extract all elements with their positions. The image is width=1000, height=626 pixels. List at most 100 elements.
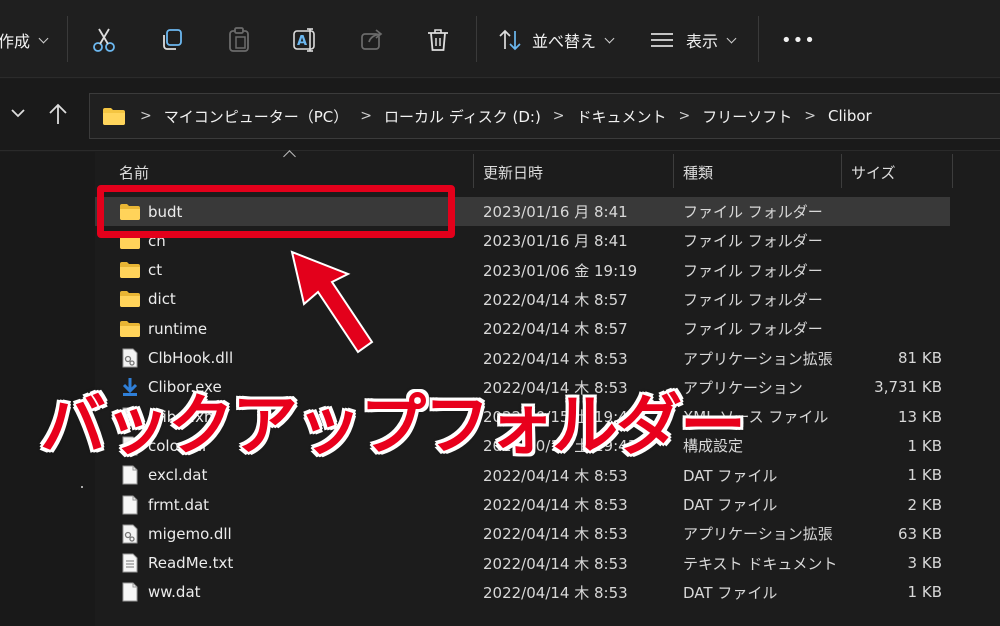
file-size: 3 KB	[907, 554, 942, 573]
address-row: > マイコンピューター（PC） > ローカル ディスク (D:) > ドキュメン…	[0, 79, 1000, 151]
trash-icon	[428, 29, 448, 51]
column-divider[interactable]	[473, 154, 474, 188]
file-name-cell: runtime	[119, 314, 207, 343]
breadcrumb-item[interactable]: フリーソフト	[702, 106, 792, 127]
file-name: ww.dat	[148, 583, 201, 602]
breadcrumb-separator: >	[140, 108, 152, 124]
annotation-caption: バックアップフォルダー	[39, 386, 748, 466]
breadcrumb-separator: >	[360, 108, 372, 124]
column-divider[interactable]	[841, 154, 842, 188]
file-date: 2023/01/16 月 8:41	[483, 232, 628, 251]
file-row[interactable]: migemo.dll 2022/04/14 木 8:53 アプリケーション拡張 63 …	[95, 519, 950, 548]
file-row[interactable]: ReadMe.txt 2022/04/14 木 8:53 テキスト ドキュメント 3 …	[95, 549, 950, 578]
file-type: DAT ファイル	[683, 583, 778, 602]
column-header-type[interactable]: 種類	[683, 152, 713, 192]
file-type: ファイル フォルダー	[683, 203, 823, 221]
file-row[interactable]: ct 2023/01/06 金 19:19 ファイル フォルダー	[95, 256, 950, 285]
up-button[interactable]	[48, 103, 68, 129]
toolbar-divider	[67, 16, 68, 62]
rename-button[interactable]: A	[293, 20, 319, 60]
breadcrumb-item[interactable]: マイコンピューター（PC）	[164, 106, 349, 127]
folder-icon	[103, 108, 125, 125]
file-date: 2022/04/14 木 8:57	[483, 320, 628, 339]
new-button-label: 作成	[0, 32, 31, 51]
file-date: 2022/04/14 木 8:53	[483, 583, 628, 602]
svg-text:A: A	[297, 34, 307, 49]
file-row[interactable]: dict 2022/04/14 木 8:57 ファイル フォルダー	[95, 285, 950, 314]
view-button-label: 表示	[686, 32, 719, 51]
scissors-icon	[93, 28, 115, 52]
file-date: 2022/04/14 木 8:57	[483, 290, 628, 309]
file-size: 3,731 KB	[874, 378, 942, 397]
sort-ascending-icon	[283, 150, 296, 163]
file-name: ClbHook.dll	[148, 349, 234, 367]
file-icon	[119, 582, 141, 602]
file-type: テキスト ドキュメント	[683, 554, 838, 573]
column-header-size[interactable]: サイズ	[851, 152, 896, 192]
file-name: excl.dat	[148, 466, 208, 485]
file-name: migemo.dll	[148, 524, 232, 543]
file-type: ファイル フォルダー	[683, 232, 823, 251]
sort-icon	[499, 29, 521, 51]
copy-button[interactable]	[160, 20, 184, 60]
view-button[interactable]: 表示	[650, 20, 737, 60]
file-name-cell: ClbHook.dll	[119, 344, 233, 373]
cut-button[interactable]	[92, 20, 116, 60]
file-size: 63 KB	[898, 524, 942, 543]
file-size: 13 KB	[898, 407, 942, 426]
file-size: 2 KB	[907, 495, 942, 514]
more-options-button[interactable]: •••	[781, 20, 816, 60]
copy-icon	[163, 29, 182, 50]
file-row[interactable]: ClbHook.dll 2022/04/14 木 8:53 アプリケーション拡張 81…	[95, 344, 950, 373]
file-date: 2022/04/14 木 8:53	[483, 496, 628, 514]
file-type: ファイル フォルダー	[683, 320, 823, 339]
chevron-down-icon	[38, 33, 49, 43]
toolbar-divider	[476, 16, 477, 62]
file-row[interactable]: ww.dat 2022/04/14 木 8:53 DAT ファイル 1 KB	[95, 578, 950, 607]
delete-button[interactable]	[427, 20, 449, 60]
breadcrumb-item[interactable]: ローカル ディスク (D:)	[384, 106, 541, 127]
share-icon	[361, 29, 383, 50]
pane-dot	[81, 486, 83, 488]
share-button[interactable]	[360, 20, 384, 60]
file-name-cell: frmt.dat	[119, 490, 209, 519]
file-size: 1 KB	[907, 436, 942, 455]
file-row[interactable]: runtime 2022/04/14 木 8:57 ファイル フォルダー	[95, 314, 950, 343]
text-file-icon	[119, 553, 141, 573]
address-bar[interactable]: > マイコンピューター（PC） > ローカル ディスク (D:) > ドキュメン…	[89, 93, 1000, 139]
paste-button[interactable]	[227, 20, 251, 60]
file-icon	[119, 465, 141, 485]
folder-icon	[119, 319, 141, 339]
rename-icon: A	[293, 28, 315, 52]
column-header-date[interactable]: 更新日時	[483, 152, 543, 192]
arrow-up-icon	[49, 103, 67, 124]
breadcrumb-separator: >	[804, 108, 817, 124]
file-name: runtime	[148, 319, 208, 338]
file-name: ReadMe.txt	[148, 554, 234, 573]
file-date: 2022/04/14 木 8:53	[483, 554, 628, 573]
folder-icon	[119, 260, 141, 280]
file-icon	[119, 495, 141, 515]
breadcrumb-item[interactable]: ドキュメント	[577, 106, 667, 127]
breadcrumb-item[interactable]: Clibor	[828, 107, 872, 125]
sort-button-label: 並べ替え	[532, 32, 597, 51]
toolbar-divider	[758, 16, 759, 62]
file-size: 1 KB	[907, 583, 942, 602]
file-name-cell: ReadMe.txt	[119, 549, 233, 578]
new-button[interactable]: 作成	[0, 20, 49, 60]
dll-icon	[119, 524, 141, 544]
dll-icon	[119, 348, 141, 368]
file-row[interactable]: frmt.dat 2022/04/14 木 8:53 DAT ファイル 2 KB	[95, 490, 950, 519]
sort-button[interactable]: 並べ替え	[498, 20, 615, 60]
file-name: ct	[148, 261, 163, 280]
chevron-down-icon	[11, 109, 25, 118]
file-type: アプリケーション拡張	[683, 349, 833, 368]
recent-locations-button[interactable]	[10, 105, 26, 125]
file-name-cell: migemo.dll	[119, 519, 232, 548]
column-divider[interactable]	[952, 154, 953, 188]
file-type: アプリケーション拡張	[683, 525, 833, 544]
file-type: ファイル フォルダー	[683, 261, 823, 280]
column-divider[interactable]	[673, 154, 674, 188]
breadcrumb-separator: >	[678, 108, 691, 124]
file-date: 2023/01/16 月 8:41	[483, 203, 628, 221]
